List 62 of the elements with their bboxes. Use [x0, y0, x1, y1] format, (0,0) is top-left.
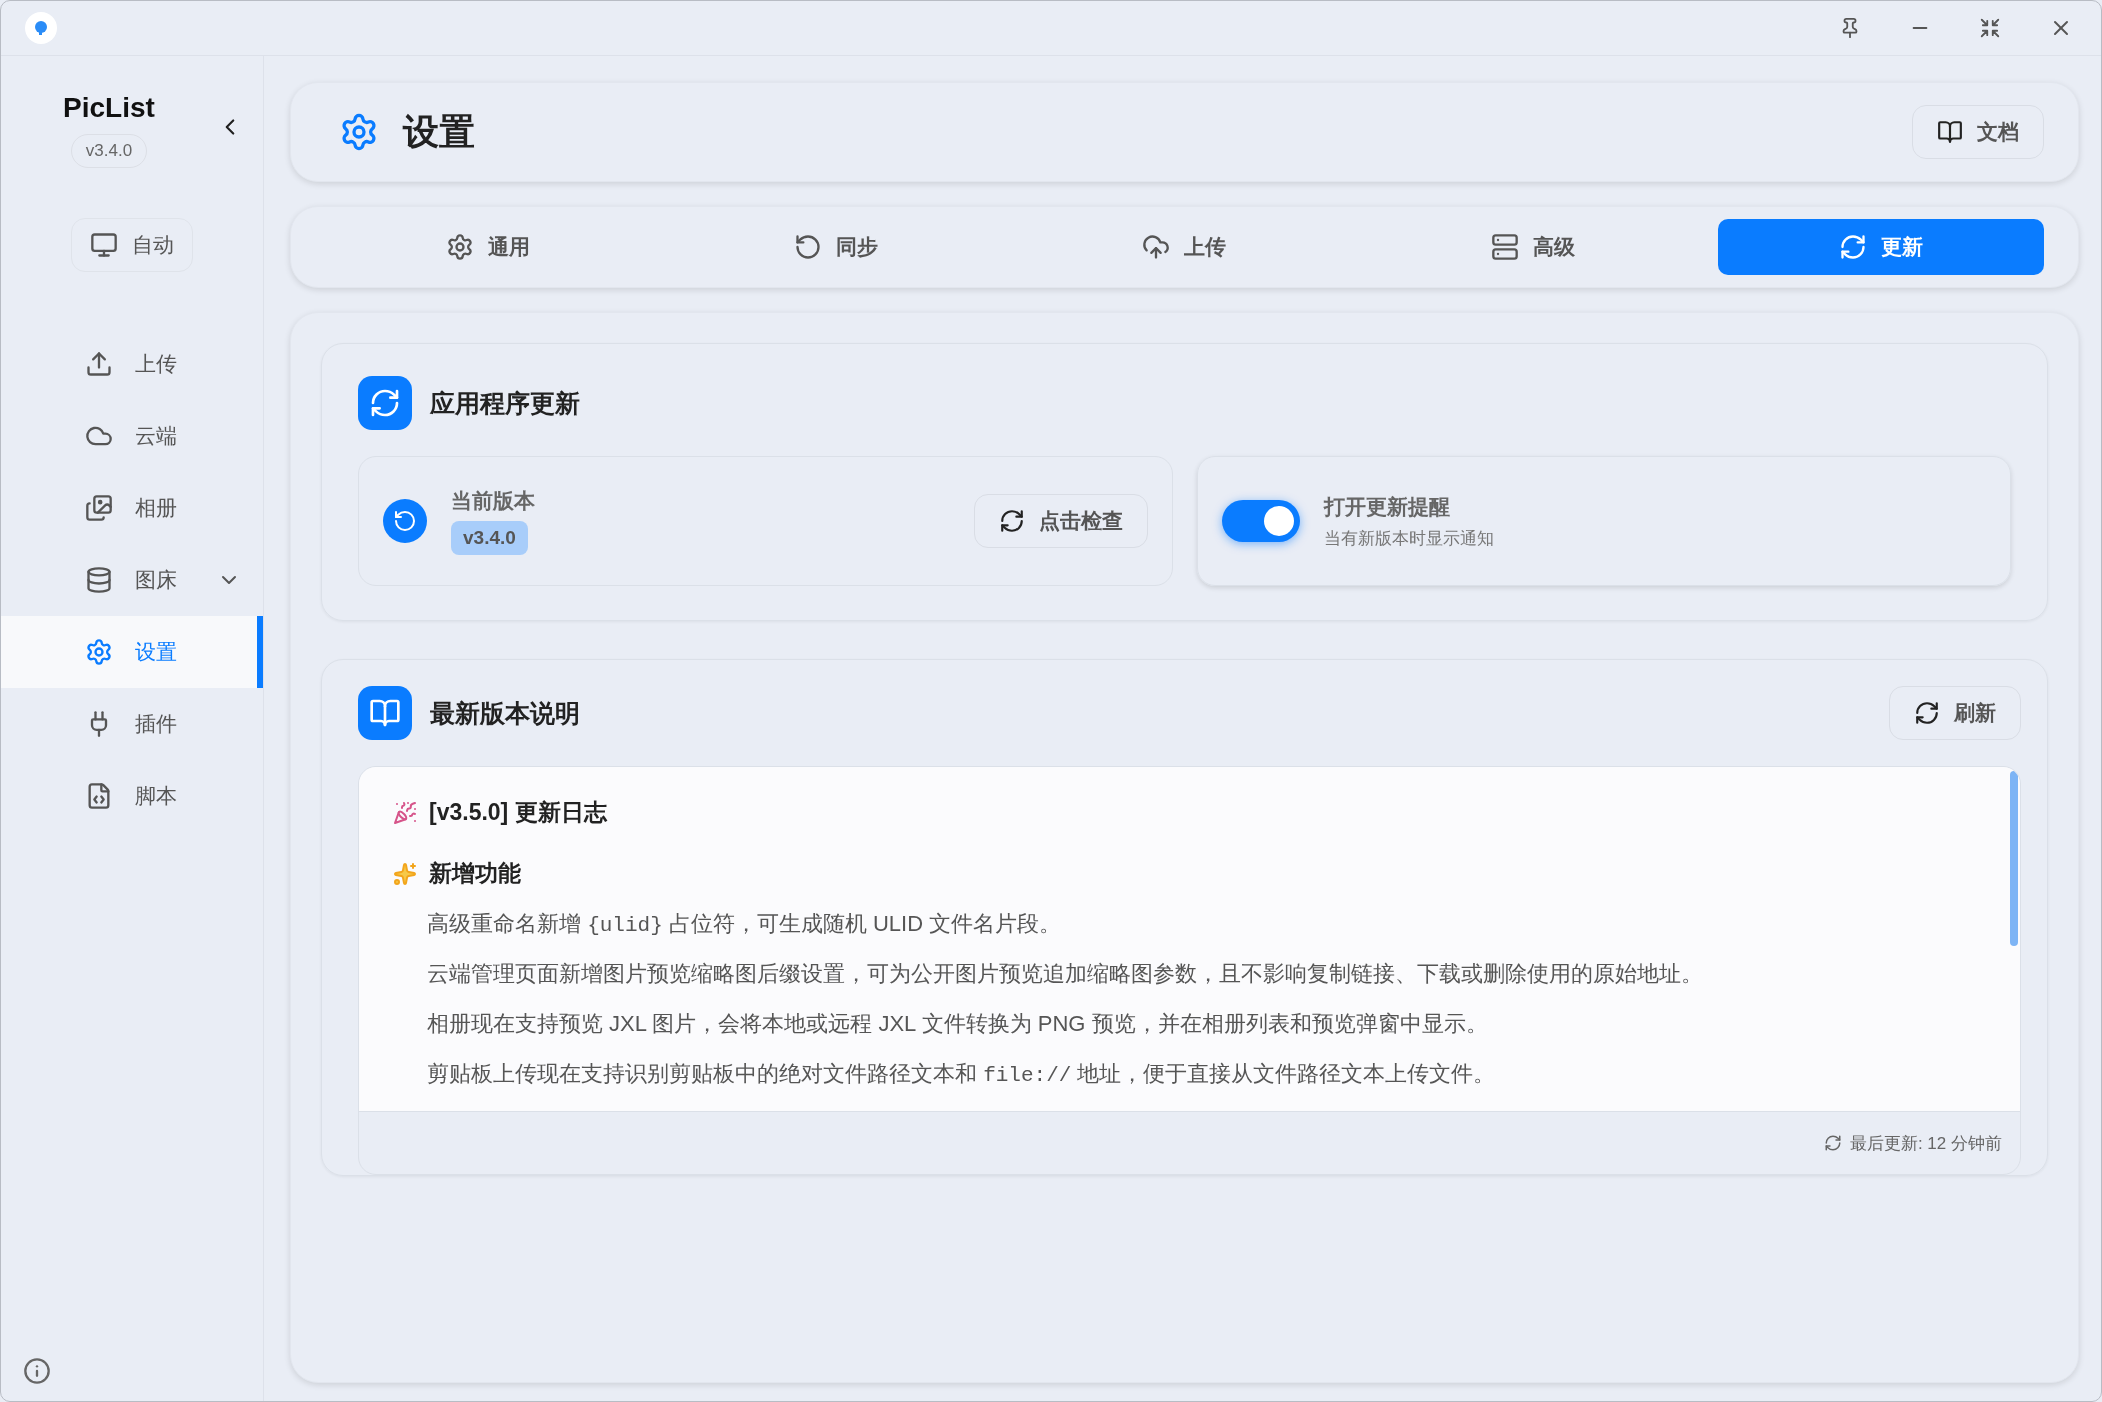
- settings-tab[interactable]: 上传: [1021, 219, 1348, 275]
- sidebar-label: 上传: [135, 351, 178, 377]
- check-update-button[interactable]: 点击检查: [973, 494, 1148, 548]
- sync-icon: [794, 233, 823, 261]
- sidebar-label: 相册: [135, 495, 178, 521]
- sidebar-item[interactable]: 相册: [1, 472, 263, 544]
- sidebar-label: 脚本: [135, 783, 178, 809]
- sidebar-item[interactable]: 插件: [1, 688, 263, 760]
- scrollbar-thumb[interactable]: [2010, 771, 2018, 946]
- settings-tab[interactable]: 更新: [1717, 219, 2044, 275]
- sidebar-item[interactable]: 云端: [1, 400, 263, 472]
- settings-tab[interactable]: 高级: [1369, 219, 1696, 275]
- database-icon: [85, 566, 113, 594]
- settings-icon: [85, 638, 113, 666]
- server-icon: [1490, 233, 1519, 261]
- section-title: 应用程序更新: [430, 387, 580, 419]
- monitor-icon: [90, 231, 118, 259]
- current-version-badge: v3.4.0: [451, 521, 528, 555]
- refresh-icon: [998, 508, 1025, 534]
- theme-button[interactable]: 自动: [71, 218, 193, 272]
- app-logo-icon: [25, 12, 57, 44]
- docs-button[interactable]: 文档: [1912, 105, 2044, 159]
- release-note-line: 剪贴板上传现在支持识别剪贴板中的绝对文件路径文本和 file:// 地址，便于直接从文件路径文本上传文件。: [427, 1060, 1497, 1089]
- release-note-line: 相册现在支持预览 JXL 图片，会将本地或远程 JXL 文件转换为 PNG 预览，并在相册列表和预览弹窗中显示。: [427, 1010, 1489, 1038]
- sidebar-item[interactable]: 上传: [1, 328, 263, 400]
- section-title: 最新版本说明: [430, 697, 580, 729]
- notes-section-heading: 新增功能: [429, 859, 521, 888]
- release-note-line: 云端管理页面新增图片预览缩略图后缀设置，可为公开图片预览追加缩略图参数，且不影响复制链接、下载或删除使用的原始地址。: [427, 960, 1704, 988]
- reminder-label: 打开更新提醒: [1323, 493, 1451, 520]
- refresh-icon: [1838, 233, 1867, 261]
- page-title: 设置: [403, 109, 475, 154]
- sidebar-label: 图床: [135, 567, 178, 593]
- settings-tab[interactable]: 同步: [673, 219, 1000, 275]
- sidebar-label: 云端: [135, 423, 178, 449]
- sidebar-label: 插件: [135, 711, 178, 737]
- refresh-icon: [358, 376, 412, 430]
- refresh-icon: [1914, 700, 1940, 726]
- party-popper-icon: [393, 800, 417, 825]
- last-updated-text: 最后更新: 12 分钟前: [1849, 1132, 2002, 1155]
- reminder-toggle[interactable]: [1221, 500, 1300, 542]
- book-icon: [358, 686, 412, 740]
- upload-icon: [85, 350, 113, 378]
- settings-icon: [339, 112, 379, 152]
- reminder-description: 当有新版本时显示通知: [1323, 527, 1494, 550]
- refresh-button[interactable]: 刷新: [1889, 686, 2021, 740]
- release-note-line: 高级重命名新增 {ulid} 占位符，可生成随机 ULID 文件名片段。: [427, 910, 1063, 939]
- app-name: PicList: [63, 92, 155, 124]
- current-version-label: 当前版本: [451, 488, 535, 514]
- refresh-icon: [1823, 1134, 1842, 1152]
- sidebar-item[interactable]: 设置: [1, 616, 263, 688]
- sidebar-label: 设置: [135, 639, 178, 665]
- info-icon[interactable]: [23, 1357, 51, 1385]
- book-icon: [1937, 119, 1963, 145]
- album-icon: [85, 494, 113, 522]
- sparkles-icon: [393, 861, 417, 886]
- upload-icon: [1142, 233, 1171, 261]
- sidebar-item[interactable]: 图床: [1, 544, 263, 616]
- sidebar-item[interactable]: 脚本: [1, 760, 263, 832]
- settings-icon: [446, 233, 475, 261]
- notes-heading: [v3.5.0] 更新日志: [429, 798, 607, 827]
- settings-tab[interactable]: 通用: [325, 219, 652, 275]
- rotate-icon: [383, 499, 427, 543]
